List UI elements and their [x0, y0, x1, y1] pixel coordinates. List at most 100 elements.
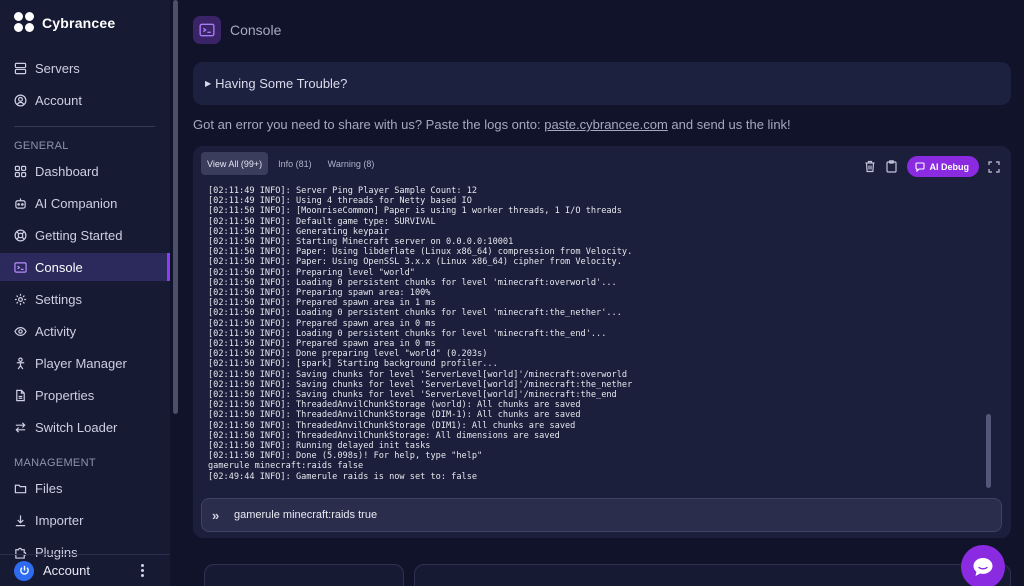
- sidebar-item-label: Servers: [35, 60, 80, 76]
- eye-icon: [14, 326, 27, 336]
- sidebar-item-label: Account: [35, 92, 82, 108]
- log-line: [02:11:50 INFO]: ThreadedAnvilChunkStora…: [208, 420, 576, 431]
- sidebar-item-properties[interactable]: Properties: [0, 381, 170, 409]
- robot-icon: [15, 197, 26, 209]
- sidebar-divider: [14, 126, 155, 127]
- sidebar-item-activity[interactable]: Activity: [0, 317, 170, 345]
- log-line: [02:11:50 INFO]: Done (5.098s)! For help…: [208, 451, 483, 462]
- chat-icon: [973, 558, 993, 576]
- user-circle-icon: [14, 94, 27, 106]
- folder-icon: [14, 484, 27, 493]
- sidebar-item-switch-loader[interactable]: Switch Loader: [0, 413, 170, 441]
- trash-icon[interactable]: [863, 160, 877, 174]
- cybrancee-logo-icon: [14, 12, 35, 33]
- ai-debug-label: AI Debug: [929, 161, 970, 172]
- sidebar-item-account[interactable]: Account: [0, 86, 170, 114]
- log-line: [02:11:50 INFO]: [MoonriseCommon] Paper …: [208, 206, 622, 217]
- log-line: [02:11:50 INFO]: Paper: Using libdeflate…: [208, 247, 633, 258]
- expand-triangle-icon: ▶: [205, 79, 212, 88]
- console-panel: View All (99+) Info (81) Warning (8) AI …: [193, 146, 1011, 538]
- log-line: [02:11:50 INFO]: Done preparing level "w…: [208, 349, 488, 360]
- log-line: [02:11:50 INFO]: ThreadedAnvilChunkStora…: [208, 430, 560, 441]
- sidebar-item-dashboard[interactable]: Dashboard: [0, 157, 170, 185]
- live-chat-button[interactable]: [961, 545, 1005, 586]
- sidebar-item-console[interactable]: Console: [0, 253, 170, 281]
- section-label-general: GENERAL: [14, 140, 69, 152]
- paste-text-before: Got an error you need to share with us? …: [193, 117, 545, 132]
- sidebar-scrollbar[interactable]: [173, 0, 178, 414]
- command-input[interactable]: [234, 509, 974, 521]
- sidebar-item-label: Importer: [35, 512, 84, 528]
- log-line: [02:11:49 INFO]: Server Ping Player Samp…: [208, 186, 478, 196]
- sidebar-item-ai-companion[interactable]: AI Companion: [0, 189, 170, 217]
- tab-info[interactable]: Info (81): [272, 152, 318, 175]
- sidebar-item-files[interactable]: Files: [0, 474, 170, 502]
- tab-view-all[interactable]: View All (99+): [201, 152, 269, 175]
- command-prompt-icon: »: [212, 507, 220, 523]
- log-line: [02:11:50 INFO]: Loading 0 persistent ch…: [208, 277, 617, 288]
- log-line: [02:11:50 INFO]: ThreadedAnvilChunkStora…: [208, 400, 581, 411]
- brand-logo[interactable]: Cybrancee: [14, 12, 115, 33]
- log-line: [02:11:49 INFO]: Using 4 threads for Net…: [208, 196, 472, 207]
- person-icon: [16, 357, 25, 369]
- tab-warning[interactable]: Warning (8): [322, 152, 381, 175]
- command-input-container: »: [201, 498, 1002, 532]
- fullscreen-icon[interactable]: [987, 160, 1001, 174]
- console-scrollbar[interactable]: [986, 414, 991, 488]
- sidebar-item-label: Console: [35, 259, 83, 275]
- power-icon: [14, 560, 34, 581]
- log-line: [02:11:50 INFO]: ThreadedAnvilChunkStora…: [208, 410, 581, 421]
- sidebar-item-label: Switch Loader: [35, 419, 118, 435]
- console-log-output: [02:11:49 INFO]: Server Ping Player Samp…: [208, 186, 978, 486]
- gear-icon: [14, 293, 27, 305]
- accordion-label: Having Some Trouble?: [215, 76, 348, 91]
- paste-link[interactable]: paste.cybrancee.com: [544, 117, 668, 132]
- sidebar-item-label: Files: [35, 480, 63, 496]
- swap-icon: [15, 421, 26, 433]
- log-line: [02:11:50 INFO]: [spark] Starting backgr…: [208, 359, 498, 370]
- log-line: [02:11:50 INFO]: Prepared spawn area in …: [208, 298, 436, 309]
- more-options-icon[interactable]: [141, 564, 144, 577]
- sidebar-item-getting-started[interactable]: Getting Started: [0, 221, 170, 249]
- document-icon: [16, 389, 25, 401]
- account-footer[interactable]: Account: [0, 554, 170, 586]
- sidebar-item-label: AI Companion: [35, 195, 118, 211]
- lifebuoy-icon: [14, 229, 27, 241]
- ai-debug-button[interactable]: AI Debug: [906, 156, 979, 177]
- log-line: [02:11:50 INFO]: Default game type: SURV…: [208, 216, 436, 227]
- account-footer-label: Account: [43, 563, 90, 578]
- log-line: [02:11:50 INFO]: Loading 0 persistent ch…: [208, 328, 607, 339]
- sidebar-item-servers[interactable]: Servers: [0, 54, 170, 82]
- section-label-management: MANAGEMENT: [14, 457, 96, 469]
- log-line: [02:11:50 INFO]: Paper: Using OpenSSL 3.…: [208, 257, 622, 268]
- stat-card: [414, 564, 1011, 586]
- log-line: gamerule minecraft:raids false: [208, 461, 364, 472]
- log-line: [02:11:50 INFO]: Loading 0 persistent ch…: [208, 308, 622, 319]
- paste-text-after: and send us the link!: [667, 117, 791, 132]
- paste-logs-message: Got an error you need to share with us? …: [193, 117, 791, 132]
- log-line: [02:11:50 INFO]: Running delayed init ta…: [208, 441, 431, 452]
- log-line: [02:11:50 INFO]: Starting Minecraft serv…: [208, 237, 514, 248]
- terminal-icon: [14, 261, 27, 273]
- log-line: [02:11:50 INFO]: Preparing spawn area: 1…: [208, 288, 431, 299]
- server-stack-icon: [14, 62, 27, 74]
- stat-card: [204, 564, 404, 586]
- console-toolbar: AI Debug: [863, 156, 1002, 177]
- sidebar-item-label: Settings: [35, 291, 82, 307]
- sidebar: Cybrancee Servers Account GENERAL Dashbo…: [0, 0, 170, 586]
- log-line: [02:11:50 INFO]: Generating keypair: [208, 226, 390, 237]
- sidebar-item-player-manager[interactable]: Player Manager: [0, 349, 170, 377]
- sidebar-item-label: Player Manager: [35, 355, 127, 371]
- terminal-icon: [193, 16, 221, 44]
- having-trouble-accordion[interactable]: ▶ Having Some Trouble?: [193, 62, 1011, 105]
- clipboard-icon[interactable]: [885, 160, 899, 174]
- sidebar-item-label: Dashboard: [35, 163, 99, 179]
- log-line: [02:11:50 INFO]: Saving chunks for level…: [208, 369, 628, 380]
- sidebar-item-label: Getting Started: [35, 227, 123, 243]
- log-line: [02:11:50 INFO]: Prepared spawn area in …: [208, 339, 436, 350]
- grid-icon: [14, 165, 27, 177]
- sidebar-item-settings[interactable]: Settings: [0, 285, 170, 313]
- sidebar-item-importer[interactable]: Importer: [0, 506, 170, 534]
- brand-name: Cybrancee: [42, 14, 116, 31]
- log-line: [02:49:44 INFO]: Gamerule raids is now s…: [208, 471, 478, 482]
